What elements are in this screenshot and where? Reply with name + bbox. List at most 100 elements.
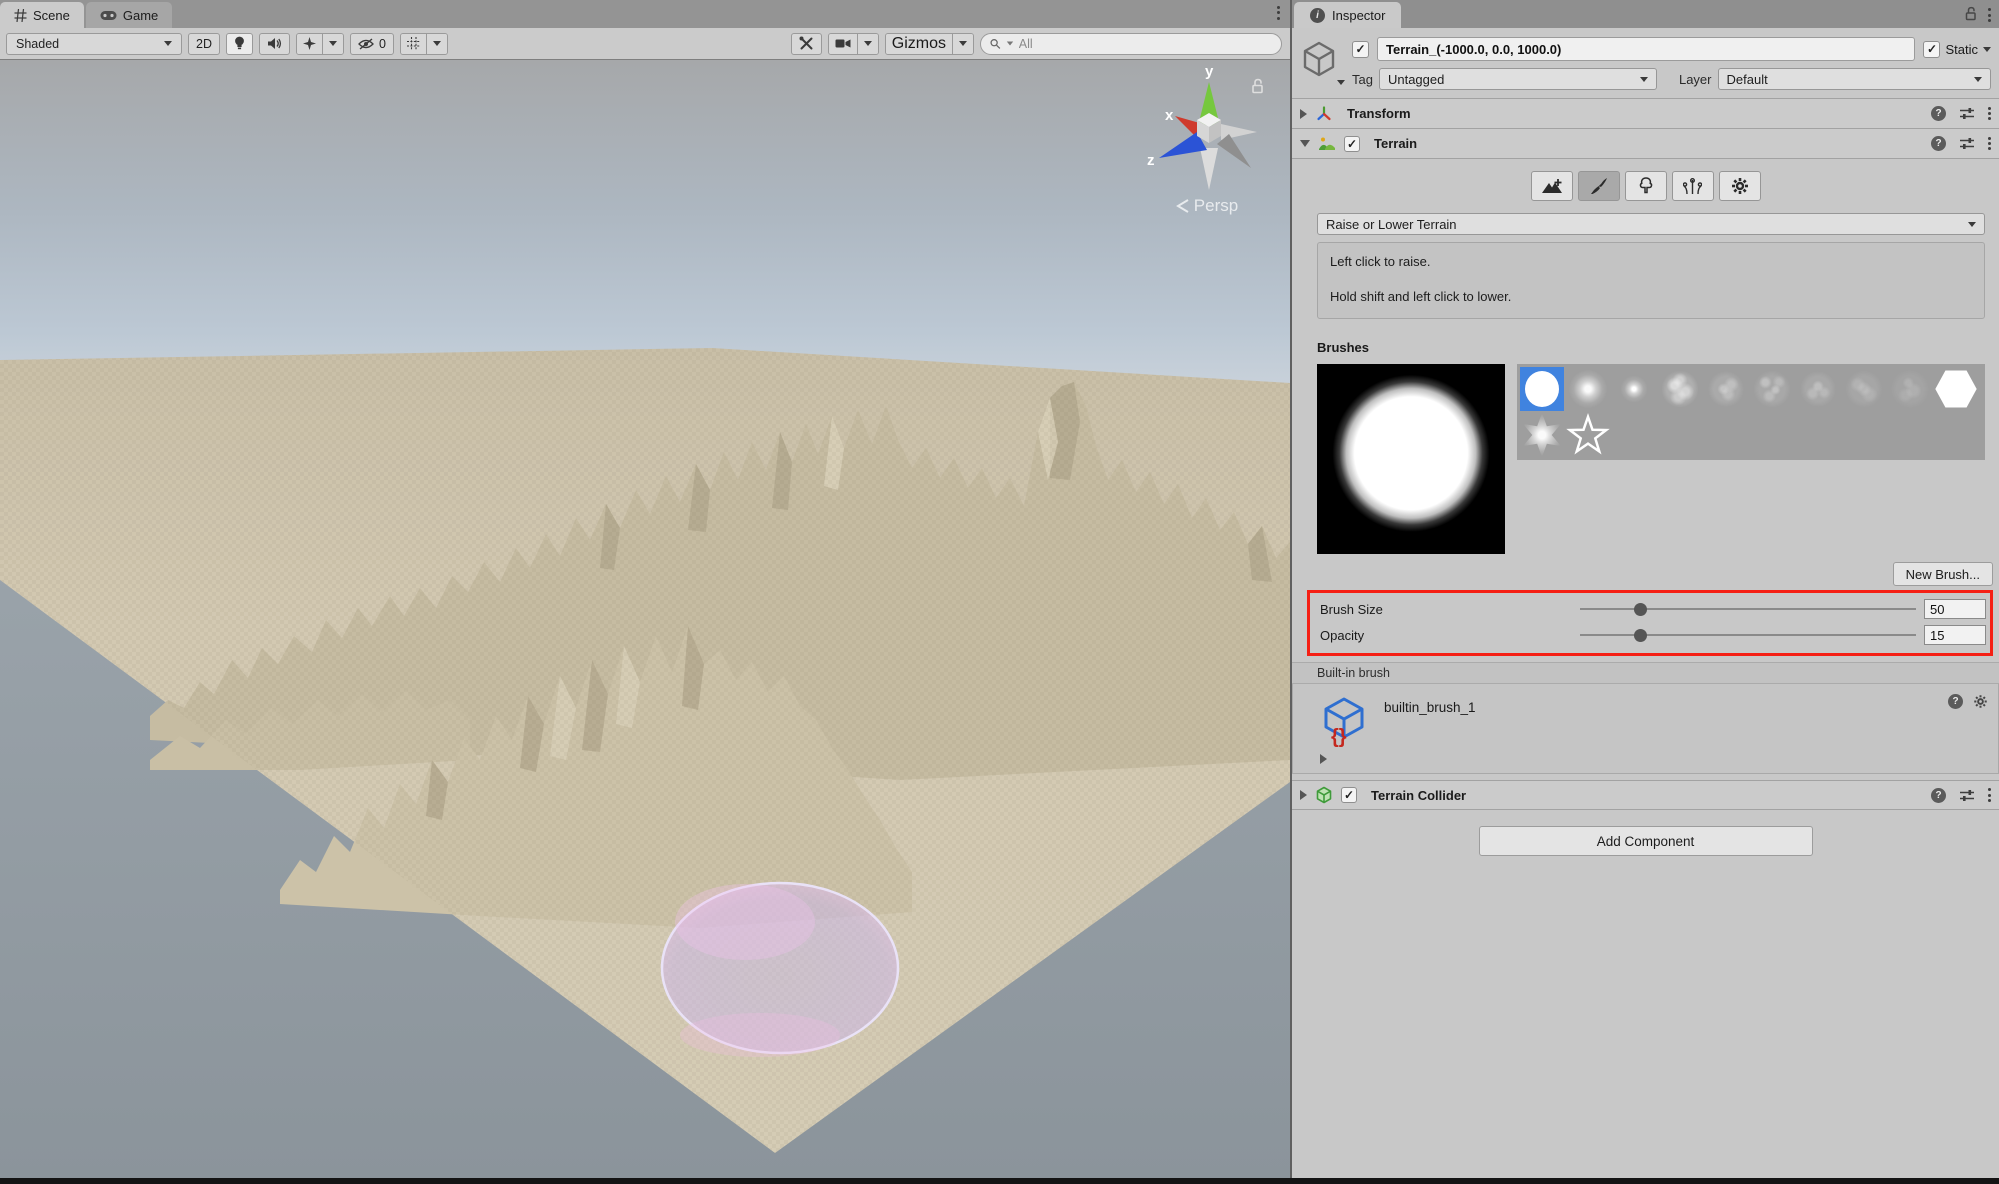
gameobject-active-checkbox[interactable]: ✓ — [1352, 40, 1369, 58]
terrain-settings-tool[interactable] — [1718, 171, 1761, 201]
opacity-value-field[interactable] — [1924, 625, 1986, 645]
svg-text:{}: {} — [1331, 726, 1347, 748]
help-icon[interactable]: ? — [1931, 136, 1946, 151]
tag-dropdown[interactable]: Untagged — [1378, 68, 1657, 90]
foldout-arrow-icon[interactable] — [1300, 790, 1307, 800]
scene-search-input[interactable] — [1018, 36, 1272, 51]
paint-mode-dropdown[interactable]: Raise or Lower Terrain — [1317, 213, 1985, 235]
viewport-lock-icon[interactable] — [1250, 78, 1265, 99]
layer-dropdown[interactable]: Default — [1717, 68, 1991, 90]
presets-icon[interactable] — [1959, 137, 1975, 150]
audio-toggle-button[interactable] — [258, 32, 290, 55]
scene-search-box[interactable] — [980, 32, 1282, 55]
brush-palette — [1517, 364, 1985, 460]
brush-thumbnail-circle-soft[interactable] — [1566, 367, 1610, 411]
terrain-collider-header[interactable]: ✓ Terrain Collider ? — [1292, 780, 1999, 810]
add-component-button[interactable]: Add Component — [1478, 826, 1813, 856]
brush-thumbnail-star-six[interactable] — [1523, 413, 1561, 457]
scene-tools-button[interactable] — [790, 32, 822, 55]
tab-scene[interactable]: Scene — [0, 2, 84, 28]
chevron-down-icon — [164, 41, 172, 46]
eye-hidden-icon — [358, 37, 374, 50]
scene-toolbar: Shaded 2D 0 Gizmos All — [0, 28, 1290, 60]
effects-dropdown-button[interactable] — [322, 33, 343, 54]
scene-pane-menu-icon[interactable] — [1277, 6, 1280, 20]
brush-thumbnail-noise-1[interactable] — [1658, 367, 1702, 411]
brush-thumbnail-noise-5[interactable] — [1842, 367, 1886, 411]
terrain-component-header[interactable]: ✓ Terrain ? — [1292, 128, 1999, 158]
paint-trees-tool[interactable] — [1624, 171, 1667, 201]
scene-visibility-button[interactable]: 0 — [349, 32, 394, 55]
component-menu-icon[interactable] — [1988, 136, 1991, 151]
foldout-arrow-icon[interactable] — [1300, 108, 1307, 119]
brush-size-slider-handle[interactable] — [1633, 603, 1647, 616]
layer-label: Layer — [1678, 71, 1712, 87]
draw-mode-label: Shaded — [16, 36, 60, 51]
inspector-lock-icon[interactable] — [1964, 6, 1978, 24]
tab-game[interactable]: Game — [85, 2, 173, 28]
static-dropdown-icon[interactable] — [1983, 46, 1991, 52]
effects-group — [295, 32, 344, 55]
brush-thumbnail-noise-2[interactable] — [1704, 367, 1748, 411]
gameobject-name-field[interactable] — [1377, 37, 1916, 61]
component-menu-icon[interactable] — [1988, 106, 1991, 121]
gizmos-label: Gizmos — [891, 34, 946, 52]
gamepad-icon — [100, 10, 117, 20]
2d-toggle-button[interactable]: 2D — [188, 32, 220, 55]
chevron-down-icon — [1974, 76, 1982, 82]
brush-thumbnail-dot-soft[interactable] — [1612, 367, 1656, 411]
effects-toggle-button[interactable] — [296, 33, 323, 54]
brush-thumbnail-star-outline[interactable] — [1566, 413, 1610, 457]
grid-visibility-button[interactable] — [400, 33, 427, 54]
terrain-enabled-checkbox[interactable]: ✓ — [1344, 135, 1360, 152]
inspector-panel: i Inspector ✓ ✓ Static — [1290, 0, 1999, 1184]
create-neighbor-terrains-tool[interactable] — [1530, 171, 1573, 201]
projection-indicator[interactable]: Persp — [1142, 196, 1272, 216]
gear-icon[interactable] — [1973, 694, 1988, 709]
gizmos-button[interactable]: Gizmos — [885, 33, 953, 54]
opacity-slider-handle[interactable] — [1633, 629, 1647, 642]
chevron-down-icon — [959, 41, 967, 46]
component-menu-icon[interactable] — [1988, 788, 1991, 802]
draw-mode-dropdown[interactable]: Shaded — [6, 32, 182, 55]
brush-thumbnail-noise-3[interactable] — [1750, 367, 1794, 411]
camera-dropdown-button[interactable] — [857, 33, 878, 54]
axis-cone-down[interactable] — [1200, 148, 1218, 190]
foldout-arrow-icon[interactable] — [1300, 140, 1310, 147]
speaker-icon — [267, 38, 282, 49]
lighting-toggle-button[interactable] — [225, 32, 253, 55]
scene-viewport[interactable]: y x z Persp — [0, 60, 1290, 1178]
help-icon[interactable]: ? — [1948, 694, 1963, 709]
transform-icon — [1317, 105, 1331, 120]
gameobject-cube-icon[interactable] — [1300, 40, 1345, 85]
tag-label: Tag — [1352, 71, 1373, 87]
transform-component-header[interactable]: Transform ? — [1292, 98, 1999, 128]
tab-inspector[interactable]: i Inspector — [1294, 2, 1402, 28]
paint-terrain-tool[interactable] — [1577, 171, 1620, 201]
asset-foldout-arrow-icon[interactable] — [1320, 754, 1327, 764]
static-checkbox[interactable]: ✓ — [1923, 40, 1941, 58]
opacity-label: Opacity — [1320, 627, 1365, 643]
brush-size-slider[interactable] — [1580, 602, 1916, 616]
help-icon[interactable]: ? — [1931, 106, 1946, 121]
brush-thumbnail-noise-4[interactable] — [1796, 367, 1840, 411]
gizmos-dropdown-button[interactable] — [953, 33, 973, 54]
presets-icon[interactable] — [1959, 107, 1975, 120]
brush-thumbnail-hexagon[interactable] — [1935, 370, 1977, 408]
scene-camera-button[interactable] — [828, 33, 858, 54]
brush-size-value-field[interactable] — [1924, 599, 1986, 619]
lightbulb-icon — [235, 36, 244, 50]
brush-thumbnail-circle-solid[interactable] — [1520, 367, 1564, 411]
collider-enabled-checkbox[interactable]: ✓ — [1341, 787, 1357, 803]
opacity-slider[interactable] — [1580, 628, 1916, 642]
help-icon[interactable]: ? — [1931, 787, 1946, 803]
search-filter-caret-icon[interactable] — [1006, 41, 1013, 46]
grid-dropdown-button[interactable] — [426, 33, 447, 54]
chevron-down-icon — [1639, 76, 1648, 82]
paint-details-tool[interactable] — [1671, 171, 1714, 201]
brush-thumbnail-noise-6[interactable] — [1888, 367, 1932, 411]
chevron-down-icon — [863, 41, 872, 46]
inspector-menu-icon[interactable] — [1988, 8, 1991, 22]
new-brush-button[interactable]: New Brush... — [1892, 562, 1993, 586]
presets-icon[interactable] — [1959, 789, 1975, 802]
